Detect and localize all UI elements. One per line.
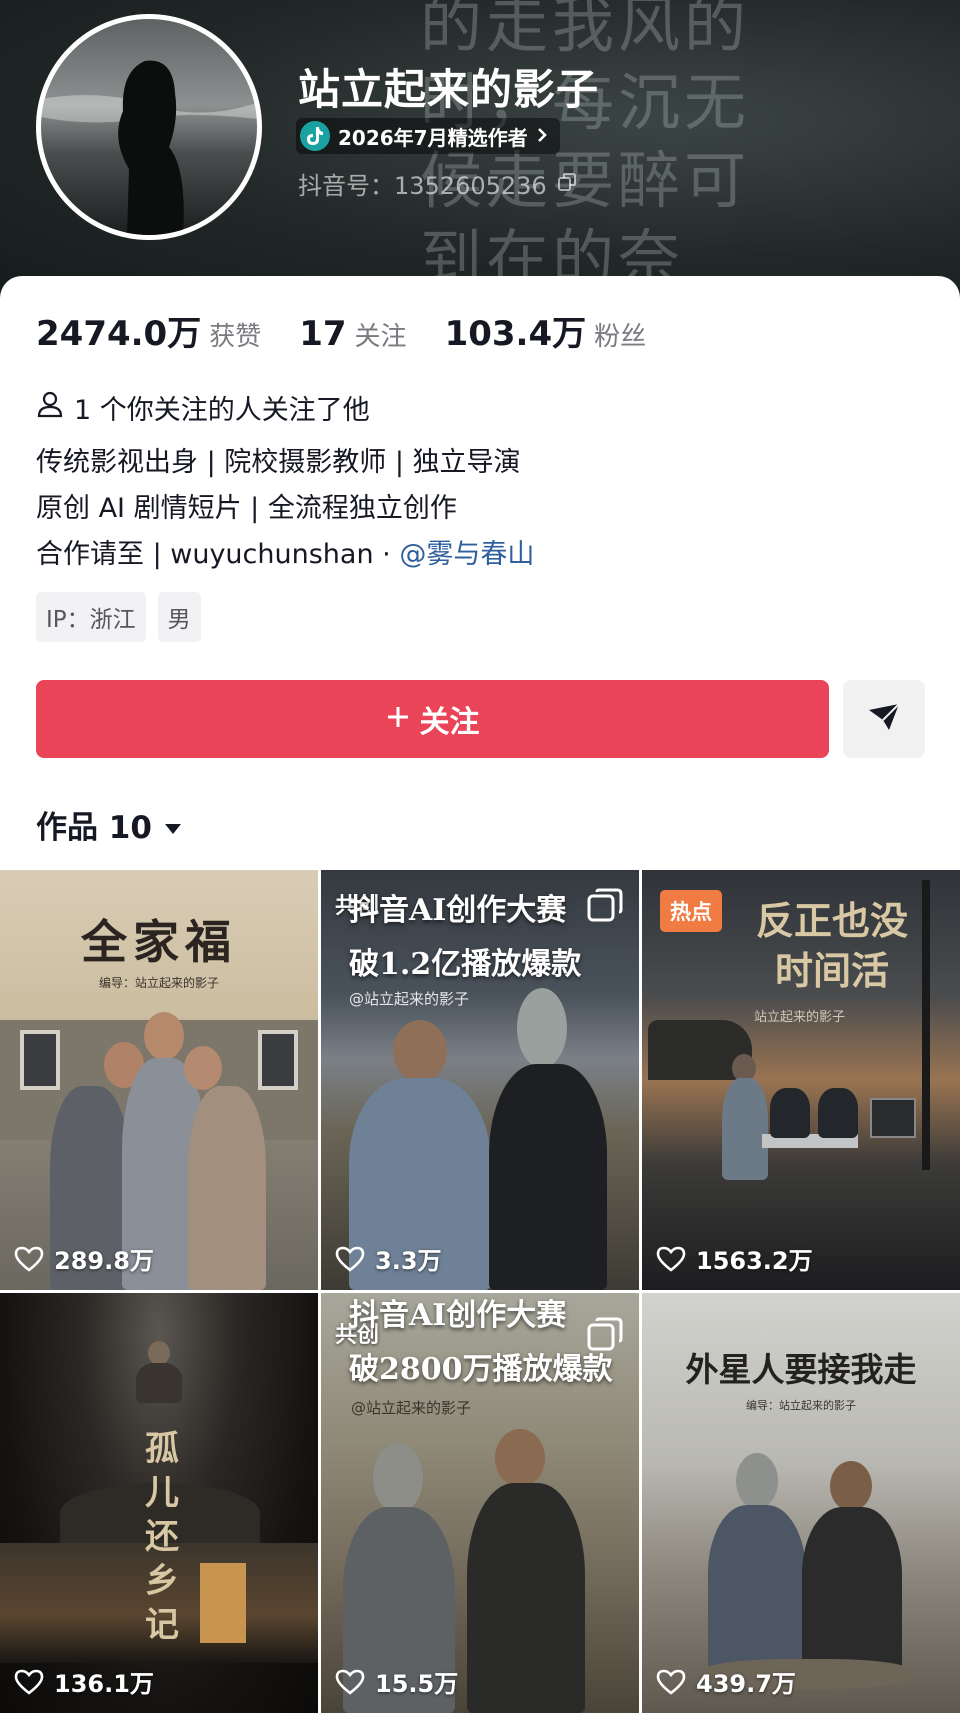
poster-subtitle: 站立起来的影子 <box>754 1010 846 1025</box>
avatar-silhouette <box>41 60 257 235</box>
mutual-follow[interactable]: 1 个你关注的人关注了他 <box>36 388 370 427</box>
share-button[interactable] <box>843 680 925 758</box>
stat-value: 103.4万 <box>444 314 587 354</box>
video-tile[interactable]: 外星人要接我走 编导：站立起来的影子 439.7万 <box>642 1293 960 1713</box>
heart-icon <box>335 1669 365 1695</box>
works-tab-label: 作品 10 <box>36 810 152 846</box>
douyin-logo-icon <box>300 121 330 151</box>
tag-ip: IP：浙江 <box>36 592 146 642</box>
like-count: 289.8万 <box>14 1241 154 1276</box>
send-icon <box>867 702 901 736</box>
heart-icon <box>14 1246 44 1272</box>
video-tile[interactable]: 孤 儿 还 乡 记 136.1万 <box>0 1293 318 1713</box>
plus-icon <box>386 702 410 737</box>
heart-icon <box>335 1246 365 1272</box>
bio-line: 传统影视出身 | 院校摄影教师 | 独立导演 <box>36 447 521 478</box>
follow-button[interactable]: 关注 <box>36 680 829 758</box>
poster-title: 抖音AI创作大赛 破2800万播放爆款 <box>349 1298 613 1387</box>
poster-subtitle: @站立起来的影子 <box>351 1399 472 1417</box>
creator-badge[interactable]: 2026年7月精选作者 <box>296 118 560 154</box>
video-tile[interactable]: 共创 抖音AI创作大赛 破1.2亿播放爆款 @站立起来的影子 3.3万 <box>321 870 639 1290</box>
douyin-id-value: 1352605236 <box>394 172 547 200</box>
like-count-value: 1563.2万 <box>696 1247 813 1275</box>
poster-title: 抖音AI创作大赛 破1.2亿播放爆款 <box>349 893 582 982</box>
stat-value: 17 <box>299 314 347 354</box>
stat-label: 获赞 <box>209 322 262 352</box>
stat-likes: 2474.0万 获赞 <box>36 306 261 355</box>
video-tile[interactable]: 全家福 编导：站立起来的影子 289.8万 <box>0 870 318 1290</box>
nickname: 站立起来的影子 <box>298 65 600 114</box>
douyin-id-label: 抖音号： <box>298 172 394 200</box>
bio-line: 原创 AI 剧情短片 | 全流程独立创作 <box>36 493 457 524</box>
chevron-right-icon <box>536 124 548 148</box>
bio-line: 合作请至 | wuyuchunshan · @雾与春山 <box>36 532 534 578</box>
multi-image-icon <box>587 1317 623 1355</box>
bio: 传统影视出身 | 院校摄影教师 | 独立导演 原创 AI 剧情短片 | 全流程独… <box>36 440 534 578</box>
poster-title: 反正也没 时间活 <box>755 898 908 993</box>
bio-contact: 合作请至 | wuyuchunshan · <box>36 539 400 570</box>
like-count: 3.3万 <box>335 1241 442 1276</box>
mutual-follow-text: 1 个你关注的人关注了他 <box>74 395 370 426</box>
video-tile[interactable]: 热点 反正也没 时间活 站立起来的影子 1563.2万 <box>642 870 960 1290</box>
like-count-value: 15.5万 <box>375 1670 459 1698</box>
heart-icon <box>14 1669 44 1695</box>
like-count: 1563.2万 <box>656 1241 813 1276</box>
like-count-value: 439.7万 <box>696 1670 796 1698</box>
copy-icon[interactable] <box>557 170 577 198</box>
like-count-value: 289.8万 <box>54 1247 154 1275</box>
profile-tags: IP：浙江 男 <box>36 592 201 642</box>
bio-mention-link[interactable]: @雾与春山 <box>399 539 534 570</box>
multi-image-icon <box>587 888 623 926</box>
video-grid: 全家福 编导：站立起来的影子 289.8万 共创 抖音AI创作大赛 破1.2亿播… <box>0 870 960 1713</box>
stat-following[interactable]: 17 关注 <box>299 314 406 354</box>
follow-button-label: 关注 <box>419 705 480 740</box>
heart-icon <box>656 1669 686 1695</box>
stat-followers[interactable]: 103.4万 粉丝 <box>445 306 647 355</box>
poster-subtitle: 编导：站立起来的影子 <box>98 976 219 990</box>
poster-title: 孤 儿 还 乡 记 <box>145 1429 179 1645</box>
profile-banner: 的走我风的 时，每沉无 候走要醉可 到在的奈 站立起来的影子 2026年7月精选… <box>0 0 960 300</box>
person-icon <box>36 390 64 425</box>
profile-info-card: 2474.0万 获赞 17 关注 103.4万 粉丝 1 个你关注的人关注了他 … <box>0 276 960 866</box>
stat-value: 2474.0万 <box>36 314 202 354</box>
tag-gender: 男 <box>157 592 201 642</box>
tab-works[interactable]: 作品 10 <box>36 802 182 847</box>
poster-title: 外星人要接我走 <box>685 1350 917 1389</box>
poster-subtitle: @站立起来的影子 <box>349 990 470 1008</box>
like-count-value: 136.1万 <box>54 1670 154 1698</box>
creator-badge-label: 2026年7月精选作者 <box>338 125 528 150</box>
stats-row: 2474.0万 获赞 17 关注 103.4万 粉丝 <box>36 306 646 355</box>
poster-subtitle: 编导：站立起来的影子 <box>746 1399 856 1412</box>
stat-label: 粉丝 <box>594 322 647 352</box>
poster-title: 全家福 <box>81 915 237 969</box>
like-count: 15.5万 <box>335 1664 458 1699</box>
like-count: 439.7万 <box>656 1664 796 1699</box>
avatar[interactable] <box>36 14 262 240</box>
video-tile[interactable]: 共创 抖音AI创作大赛 破2800万播放爆款 @站立起来的影子 15.5万 <box>321 1293 639 1713</box>
stat-label: 关注 <box>354 322 407 352</box>
like-count-value: 3.3万 <box>375 1247 442 1275</box>
dropdown-triangle-icon <box>164 807 182 843</box>
heart-icon <box>656 1246 686 1272</box>
like-count: 136.1万 <box>14 1664 154 1699</box>
douyin-id: 抖音号：1352605236 <box>298 166 577 201</box>
